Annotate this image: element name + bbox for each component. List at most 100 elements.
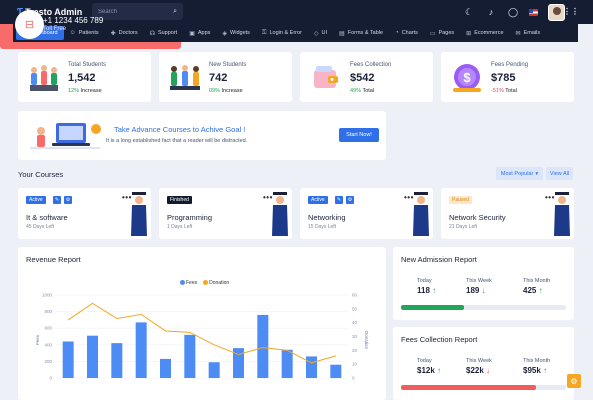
settings-icon[interactable]: ⚙ [346,196,354,204]
stat-label: New Students [209,62,247,68]
fees-bar [306,356,317,378]
y-tick-label: 0 [49,376,52,381]
nav-apps[interactable]: ▣ Apps [183,26,216,40]
legend-swatch [180,280,185,286]
apps-grid-icon[interactable]: ⋮⋮ [563,7,579,16]
nav-label: Apps [197,30,211,36]
progress-fill [401,385,537,390]
nav-widgets[interactable]: ◈ Widgets [216,26,256,40]
metric-value: $95k ↑ [523,366,573,375]
revenue-title: Revenue Report [26,255,81,264]
basket-icon: ⊟ [24,19,35,31]
settings-icon[interactable]: ⚙ [64,196,72,204]
course-card[interactable]: Finished ••• Programming 1 Days Left [159,188,292,239]
search-input[interactable] [98,8,168,15]
nav-ecommerce[interactable]: ⊞ Ecommerce [460,26,509,40]
nav-label: Patients [78,30,99,36]
fees-title: Fees Collection Report [401,335,478,344]
course-days-left: 15 Days Left [308,224,337,230]
status-badge: Finished [167,196,192,204]
metric-number: $95k [523,366,541,375]
legend-swatch [203,280,209,286]
graduate-illustration [554,192,570,236]
stat-label: Fees Collection [350,62,392,68]
metric-number: $12k [417,366,435,375]
course-name: It & software [26,213,68,222]
search-icon[interactable]: ⌕ [173,8,177,16]
nav-pages[interactable]: ▭ Pages [424,26,460,40]
settings-fab-button[interactable]: ⚙ [567,374,581,388]
fees-bar [281,349,293,378]
fees-progress [401,385,566,390]
nav-ui[interactable]: ◇ UI [308,26,333,40]
metric-number: 118 [417,286,430,295]
edit-icon[interactable]: ✎ [53,196,61,204]
metric-week: This Week $22k ↓ [466,358,516,375]
course-name: Programming [167,213,213,222]
start-now-button[interactable]: Start Now! [339,128,379,142]
apps-icon: ▣ [189,30,195,37]
metric-week: This Week 189 ↓ [466,278,516,295]
promo-banner: Take Advance Courses to Achive Goal ! It… [18,111,386,160]
view-all-button[interactable]: View All [546,167,573,180]
phone-number[interactable]: +1 1234 456 789 [43,16,103,25]
arrow-up-icon: ↑ [538,286,543,295]
nav-patients[interactable]: ☺ Patients [64,26,105,40]
nav-emails[interactable]: ✉ Emails [510,26,547,40]
nav-support[interactable]: ☊ Support [144,26,184,40]
legend-item-donation[interactable]: Donation [203,280,229,286]
fees-bar [111,343,123,378]
caret-down-icon: ▾ [535,170,539,177]
new-students-illustration [170,65,200,90]
y2-tick-label: 60 [352,293,358,298]
edit-icon[interactable]: ✎ [335,196,343,204]
nav-charts[interactable]: ◔ Charts [389,26,424,40]
metric-label: Today [417,278,432,284]
moon-icon[interactable]: ☾ [463,7,475,18]
metric-number: $22k [466,366,484,375]
metric-value: $22k ↓ [466,366,516,375]
promo-title: Take Advance Courses to Achive Goal ! [114,125,246,134]
course-card[interactable]: Paused ••• Network Security 21 Days Left [441,188,574,239]
metric-value: 118 ↑ [417,286,467,295]
nav-label: Forms & Table [347,30,384,36]
cart-icon: ⊞ [466,30,472,37]
fees-bar [135,322,147,378]
course-card[interactable]: Active ✎ ⚙ ••• Networking 15 Days Left [300,188,433,239]
metric-label: This Week [466,278,492,284]
svg-text:$: $ [463,70,471,85]
users-icon: ☺ [69,30,76,36]
course-name: Networking [308,213,346,222]
nav-doctors[interactable]: ✚ Doctors [105,26,144,40]
arrow-down-icon: ↓ [486,366,491,375]
flag-icon[interactable] [529,8,538,16]
stat-suffix: Total [362,88,375,94]
stat-value: $542 [350,72,375,84]
arrow-down-icon: ↓ [481,286,486,295]
stat-suffix: Increase [221,88,243,94]
nav-login-error[interactable]: ⚿ Login & Error [256,26,308,40]
bell-icon[interactable]: ♪ [485,7,497,17]
legend-item-fees[interactable]: Fees [180,280,197,286]
chart-icon: ◔ [395,30,399,36]
stat-card-new-students: New Students 742 09% Increase [159,52,292,102]
stat-percent: 09% [209,88,221,94]
y2-tick-label: 20 [352,348,358,353]
y2-tick-label: 30 [352,334,358,339]
arrow-up-icon: ↑ [543,366,548,375]
stat-change: 49% Total [350,88,374,94]
admission-title: New Admission Report [401,255,477,264]
course-days-left: 45 Days Left [26,224,55,230]
revenue-report-card: Revenue Report Fees Donation 0 200 400 600 8… [18,247,386,400]
toll-free-label: Toll Free [43,26,67,32]
popularity-select[interactable]: Most Popular ▾ [496,167,543,180]
chat-icon[interactable]: ◯ [507,7,519,18]
stat-change: 12% Increase [68,88,102,94]
nav-label: Pages [438,30,455,36]
stat-suffix: Increase [80,88,102,94]
nav-forms-table[interactable]: ▤ Forms & Table [333,26,389,40]
course-card[interactable]: Active ✎ ⚙ ••• It & software 45 Days Lef… [18,188,151,239]
fees-report-card: Fees Collection Report Today $12k ↑ This… [393,327,574,400]
y2-tick-label: 10 [352,362,358,367]
legend-label: Donation [209,280,230,286]
